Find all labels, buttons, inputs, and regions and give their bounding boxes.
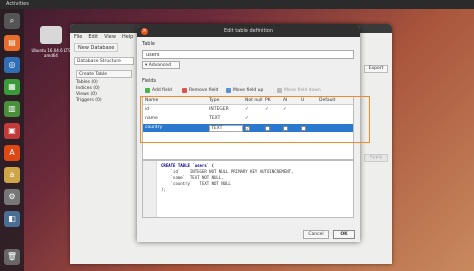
export-button[interactable]: Export <box>364 65 388 73</box>
tree-item-triggers[interactable]: Triggers (0) <box>76 98 134 104</box>
trash-icon[interactable]: 🗑 <box>4 249 20 265</box>
field-type[interactable]: TEXT <box>207 115 243 123</box>
col-ai: AI <box>283 98 288 103</box>
field-name[interactable]: name <box>143 115 207 123</box>
sql-line: `id` INTEGER NOT NULL PRIMARY KEY AUTOIN… <box>161 169 294 174</box>
sql-line: ); <box>161 187 166 192</box>
unique-checkbox[interactable] <box>299 115 317 123</box>
software-icon[interactable]: A <box>4 145 20 161</box>
add-icon <box>145 88 150 93</box>
field-name[interactable]: country <box>143 124 207 132</box>
not-null-checkbox[interactable]: ✓ <box>243 106 263 114</box>
table-row-selected[interactable]: country TEXT ✓ <box>143 124 353 132</box>
top-bar: Activities <box>0 0 474 9</box>
add-field-label: Add field <box>152 88 172 93</box>
fields-section-label: Fields <box>142 78 157 84</box>
schema-tree: Tables (0) Indices (0) Views (0) Trigger… <box>76 80 134 140</box>
fields-table: Name Type Not null PK AI U Default id IN… <box>142 96 354 160</box>
table-section-label: Table <box>142 41 155 47</box>
col-pk: PK <box>265 98 271 103</box>
launcher: ⌕ ▤ ◎ ▦ ▥ ▣ A a ⚙ ◧ 🗑 <box>0 9 24 271</box>
dvd-icon[interactable] <box>40 26 62 44</box>
cancel-button[interactable]: Cancel <box>303 230 329 239</box>
writer-icon[interactable]: ▦ <box>4 79 20 95</box>
field-name[interactable]: id <box>143 106 207 114</box>
files-icon[interactable]: ▤ <box>4 35 20 51</box>
col-type: Type <box>209 98 220 103</box>
new-database-button[interactable]: New Database <box>74 43 119 52</box>
field-type[interactable]: INTEGER <box>207 106 243 114</box>
ai-cell <box>281 124 299 132</box>
sql-line: `name` TEXT NOT NULL, <box>161 175 224 180</box>
advanced-toggle[interactable]: ▾ Advanced <box>142 61 180 69</box>
db-browser-icon[interactable]: ◧ <box>4 211 20 227</box>
col-name: Name <box>145 98 159 103</box>
edit-table-dialog: × Edit table definition Table users ▾ Ad… <box>137 26 360 242</box>
pk-checkbox[interactable] <box>265 125 270 131</box>
not-null-checkbox[interactable]: ✓ <box>245 125 250 131</box>
advanced-label: Advanced <box>148 63 171 68</box>
arrow-down-icon <box>277 88 282 93</box>
not-null-checkbox[interactable]: ✓ <box>243 115 263 123</box>
field-type[interactable]: TEXT <box>209 124 243 132</box>
unique-cell <box>299 124 317 132</box>
browser-icon[interactable]: ◎ <box>4 57 20 73</box>
ok-button[interactable]: OK <box>333 230 355 239</box>
create-table-button[interactable]: Create Table <box>76 70 132 78</box>
col-u: U <box>301 98 305 103</box>
pk-cell <box>263 124 281 132</box>
remove-icon <box>182 88 187 93</box>
remove-field-button[interactable]: Remove field <box>182 88 218 93</box>
add-field-button[interactable]: Add field <box>145 88 172 93</box>
activities-label[interactable]: Activities <box>6 1 29 7</box>
tab-database-structure[interactable]: Database Structure <box>74 57 134 65</box>
menu-view[interactable]: View <box>104 34 116 41</box>
sql-line: `country` TEXT NOT NULL <box>161 181 231 186</box>
ai-checkbox[interactable] <box>283 125 288 131</box>
unique-checkbox[interactable] <box>301 125 306 131</box>
ai-checkbox[interactable] <box>281 115 299 123</box>
move-field-up-button[interactable]: Move field up <box>226 88 263 93</box>
pk-checkbox[interactable] <box>263 115 281 123</box>
table-row[interactable]: id INTEGER ✓ ✓ ✓ <box>143 106 353 114</box>
settings-icon[interactable]: ⚙ <box>4 189 20 205</box>
unique-checkbox[interactable] <box>299 106 317 114</box>
move-up-label: Move field up <box>233 88 264 93</box>
new-database-label: New Database <box>78 45 115 51</box>
table-row[interactable]: name TEXT ✓ <box>143 115 353 123</box>
create-table-label: Create Table <box>79 72 108 77</box>
col-default: Default <box>319 98 336 103</box>
arrow-up-icon <box>226 88 231 93</box>
close-icon[interactable]: × <box>141 28 148 35</box>
remove-field-label: Remove field <box>189 88 219 93</box>
dialog-titlebar: × Edit table definition <box>137 26 360 37</box>
not-null-cell: ✓ <box>243 124 263 132</box>
table-name-input[interactable]: users <box>142 50 354 59</box>
line-number-gutter <box>143 161 157 217</box>
calc-icon[interactable]: ▥ <box>4 101 20 117</box>
field-type-select[interactable]: TEXT <box>207 124 243 132</box>
dialog-title: Edit table definition <box>223 28 274 34</box>
search-icon[interactable]: ⌕ <box>4 13 20 29</box>
fields-header-row: Name Type Not null PK AI U Default <box>143 97 353 105</box>
sql-line: CREATE TABLE `users` ( <box>161 163 214 168</box>
col-not-null: Not null <box>245 98 263 103</box>
pk-checkbox[interactable]: ✓ <box>263 106 281 114</box>
amazon-icon[interactable]: a <box>4 167 20 183</box>
apply-button[interactable]: Apply <box>364 154 388 162</box>
desktop-icon-label: Ubuntu 16.04.6 LTS amd64 <box>31 48 71 58</box>
menu-file[interactable]: File <box>74 34 82 41</box>
menu-bar: File Edit View Help <box>74 34 133 41</box>
impress-icon[interactable]: ▣ <box>4 123 20 139</box>
ai-checkbox[interactable]: ✓ <box>281 106 299 114</box>
tab-label: Database Structure <box>77 59 121 64</box>
menu-edit[interactable]: Edit <box>88 34 98 41</box>
move-field-down-button[interactable]: Move field down <box>277 88 321 93</box>
move-down-label: Move field down <box>284 88 321 93</box>
sql-preview[interactable]: CREATE TABLE `users` ( `id` INTEGER NOT … <box>142 160 354 218</box>
menu-help[interactable]: Help <box>122 34 133 41</box>
